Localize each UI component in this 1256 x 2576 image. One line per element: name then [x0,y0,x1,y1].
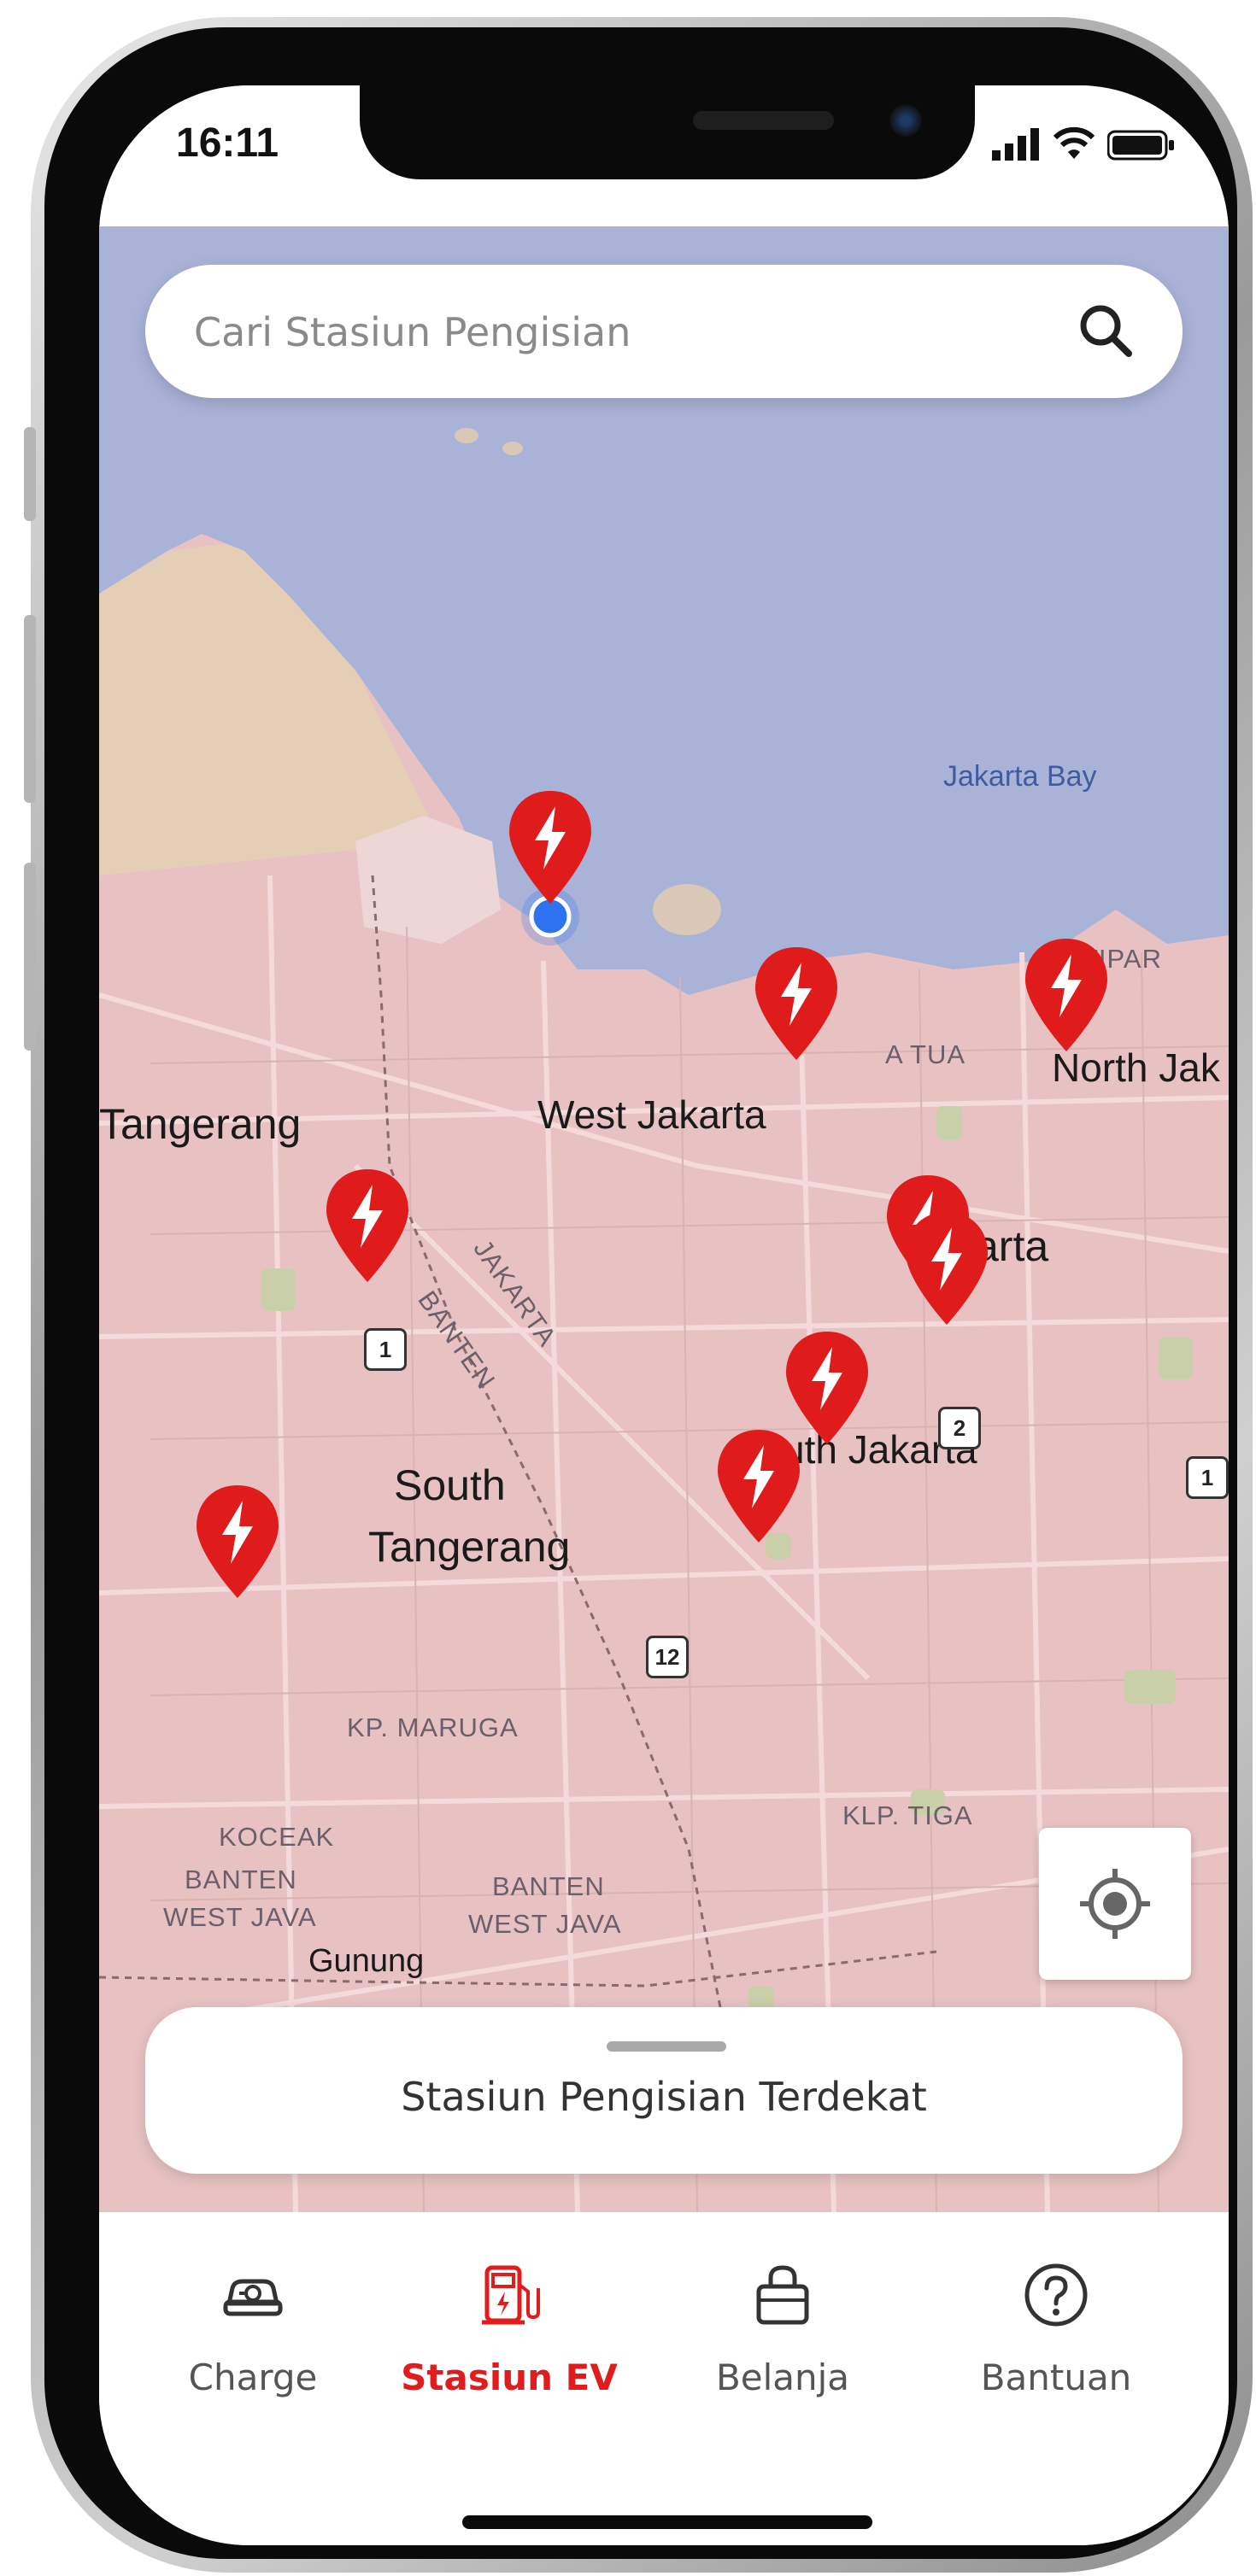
car-plug-icon [223,2279,283,2316]
map-label-jakarta-bay: Jakarta Bay [943,760,1097,793]
map-label-banten-west: BANTEN [185,1865,297,1894]
ev-charging-pin[interactable] [506,787,595,907]
phone-volume-up-button [24,615,36,803]
status-bar: 16:11 [99,85,1229,226]
notch [360,85,975,179]
ev-station-icon [482,2265,540,2325]
map-label-west-jakarta: West Jakarta [537,1092,766,1137]
ev-charging-pin[interactable] [193,1482,282,1601]
nav-label-stasiun-ev: Stasiun EV [401,2356,618,2398]
nav-label-belanja: Belanja [715,2356,850,2398]
front-camera [889,104,922,137]
nearest-stations-sheet[interactable]: Stasiun Pengisian Terdekat [145,2007,1183,2174]
status-time: 16:11 [176,120,279,166]
phone-mute-switch [24,427,36,521]
road-shield-12: 12 [646,1636,689,1678]
sheet-drag-handle[interactable] [607,2041,726,2052]
battery-icon [1107,130,1174,161]
home-indicator[interactable] [462,2515,872,2529]
map-label-banten-mid: BANTEN [492,1871,605,1901]
shopping-bag-icon [756,2265,809,2325]
nav-label-bantuan: Bantuan [980,2356,1132,2398]
crosshair-icon [1080,1869,1150,1939]
app-screen: 16:11 Tangerang West Jakarta North Jak k… [99,85,1229,2545]
my-location-button[interactable] [1039,1828,1191,1980]
speaker-grille [693,111,834,130]
nav-item-bantuan[interactable]: Bantuan [928,2259,1184,2430]
nav-label-charge: Charge [188,2356,318,2398]
bottom-nav: Charge Stasiun EV Belanja Bantuan [99,2212,1229,2545]
ev-charging-pin[interactable] [752,944,841,1063]
nav-item-stasiun-ev[interactable]: Stasiun EV [381,2259,637,2430]
nav-item-belanja[interactable]: Belanja [654,2259,911,2430]
road-shield-2: 2 [938,1407,981,1449]
nav-item-charge[interactable]: Charge [125,2259,381,2430]
wifi-icon [1053,126,1095,159]
signal-icon [992,128,1039,161]
ev-charging-pin[interactable] [902,1209,991,1328]
search-input[interactable] [192,299,1016,366]
map-label-west-java-mid: WEST JAVA [468,1909,622,1939]
map-label-kalibaru: A TUA [885,1039,966,1069]
help-circle-icon [1024,2263,1088,2327]
phone-volume-down-button [24,863,36,1051]
map-label-kp-maruga: KP. MARUGA [347,1712,519,1742]
map-label-south-tangerang-line1: South [394,1461,506,1509]
map-label-koceak: KOCEAK [219,1822,335,1852]
search-icon[interactable] [1072,297,1141,366]
road-shield-1-east: 1 [1186,1456,1229,1499]
map-label-south-tangerang-line2: Tangerang [368,1523,571,1571]
ev-charging-pin[interactable] [714,1426,803,1546]
sheet-title: Stasiun Pengisian Terdekat [401,2074,927,2120]
search-bar[interactable] [145,265,1183,398]
ev-charging-pin[interactable] [1022,935,1111,1055]
map-label-gunung: Gunung [308,1943,425,1979]
map-label-tangerang: Tangerang [99,1100,302,1148]
ev-charging-pin[interactable] [323,1166,412,1285]
road-shield-1: 1 [364,1328,407,1371]
map-label-klp-tiga: KLP. TIGA [842,1800,973,1830]
map-label-west-java-west: WEST JAVA [163,1902,317,1932]
